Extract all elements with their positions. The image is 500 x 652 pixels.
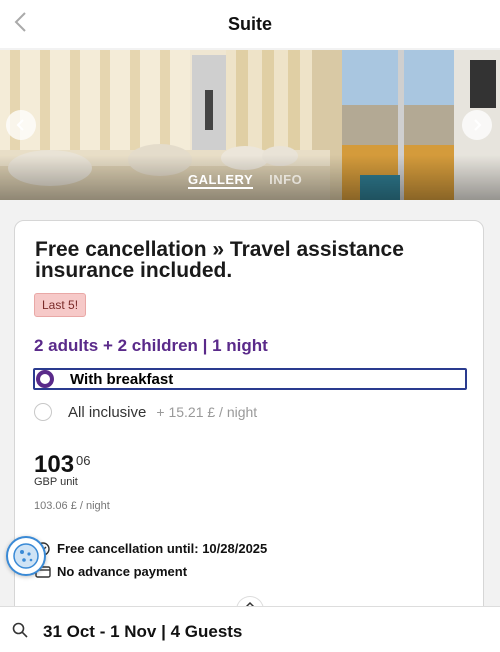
chevron-right-icon <box>474 119 482 131</box>
option-surcharge: + 15.21 £ / night <box>156 404 258 420</box>
room-offer-card: Free cancellation » Travel assistance in… <box>14 220 484 640</box>
guests-summary: 2 adults + 2 children | 1 night <box>34 336 268 355</box>
price-unit: GBP unit <box>34 476 78 488</box>
offer-title: Free cancellation » Travel assistance in… <box>35 238 404 282</box>
back-arrow-icon[interactable] <box>10 10 34 34</box>
feature-free-cancellation: Free cancellation until: 10/28/2025 <box>35 541 267 556</box>
page-title: Suite <box>227 13 272 34</box>
price-decimal: 06 <box>76 453 91 468</box>
radio-unselected[interactable] <box>34 403 52 421</box>
cookie-icon <box>13 543 39 569</box>
feature-no-advance-payment: No advance payment <box>35 564 187 579</box>
feature-text: No advance payment <box>57 564 188 579</box>
search-icon <box>12 622 28 638</box>
tab-gallery[interactable]: GALLERY <box>188 172 254 189</box>
price: 103 06 <box>34 453 91 477</box>
option-label: All inclusive <box>68 403 147 421</box>
price-main: 103 <box>34 451 75 478</box>
cookie-settings-button[interactable] <box>6 536 46 576</box>
search-summary-text[interactable]: 31 Oct - 1 Nov | 4 Guests <box>43 622 242 642</box>
tab-info[interactable]: INFO <box>269 172 302 189</box>
option-label: With breakfast <box>70 370 174 388</box>
gallery-tabs: GALLERY INFO <box>188 172 302 189</box>
previous-photo-button[interactable] <box>6 110 36 140</box>
option-with-breakfast[interactable]: With breakfast <box>33 368 467 390</box>
feature-text: Free cancellation until: 10/28/2025 <box>57 541 268 556</box>
radio-selected[interactable] <box>36 370 54 388</box>
option-all-inclusive[interactable]: All inclusive + 15.21 £ / night <box>33 401 257 423</box>
next-photo-button[interactable] <box>462 110 492 140</box>
top-bar: Suite <box>0 0 500 48</box>
price-per-night: 103.06 £ / night <box>34 500 110 512</box>
chevron-left-icon <box>16 119 24 131</box>
availability-badge: Last 5! <box>34 293 87 317</box>
